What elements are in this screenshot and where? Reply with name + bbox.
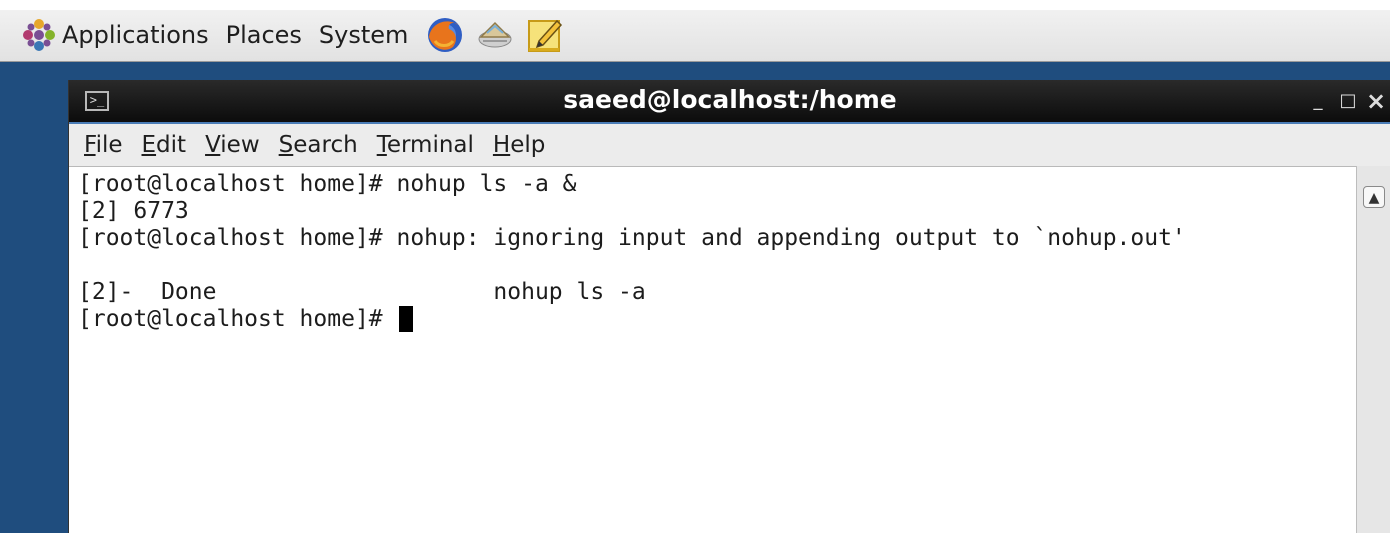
terminal-menubar: File Edit View Search Terminal Help [69, 124, 1390, 166]
menu-search[interactable]: Search [279, 132, 358, 158]
terminal-line: [root@localhost home]# nohup ls -a & [78, 171, 577, 197]
notes-icon[interactable] [525, 15, 565, 55]
minimize-button[interactable]: _ [1305, 80, 1331, 122]
top-panel: Applications Places System [0, 0, 1390, 62]
vertical-scrollbar[interactable]: ▲ [1356, 166, 1390, 533]
terminal-output[interactable]: [root@localhost home]# nohup ls -a & [2] … [69, 166, 1356, 533]
menu-view[interactable]: View [205, 132, 260, 158]
window-title: saeed@localhost:/home [563, 85, 897, 114]
applications-menu[interactable]: Applications [62, 21, 209, 49]
firefox-icon[interactable] [425, 15, 465, 55]
top-strip [0, 0, 1390, 10]
menu-terminal[interactable]: Terminal [377, 132, 474, 158]
text-cursor [398, 306, 413, 332]
menu-help[interactable]: Help [493, 132, 545, 158]
terminal-line: [2]- Done nohup ls -a [78, 279, 646, 305]
distro-logo-icon[interactable] [22, 18, 56, 52]
close-button[interactable]: × [1363, 80, 1389, 122]
mail-icon[interactable] [475, 15, 515, 55]
terminal-line: [root@localhost home]# nohup: ignoring i… [78, 225, 1186, 251]
window-titlebar[interactable]: >_ saeed@localhost:/home _ □ × [69, 80, 1390, 124]
menu-edit[interactable]: Edit [142, 132, 187, 158]
menu-file[interactable]: File [84, 132, 123, 158]
places-menu[interactable]: Places [226, 21, 302, 49]
maximize-button[interactable]: □ [1335, 80, 1361, 122]
scroll-up-button[interactable]: ▲ [1363, 186, 1385, 208]
terminal-line: [root@localhost home]# [78, 306, 1356, 333]
system-menu[interactable]: System [319, 21, 409, 49]
terminal-line: [2] 6773 [78, 198, 189, 224]
terminal-window: >_ saeed@localhost:/home _ □ × File Edit V… [68, 80, 1390, 533]
